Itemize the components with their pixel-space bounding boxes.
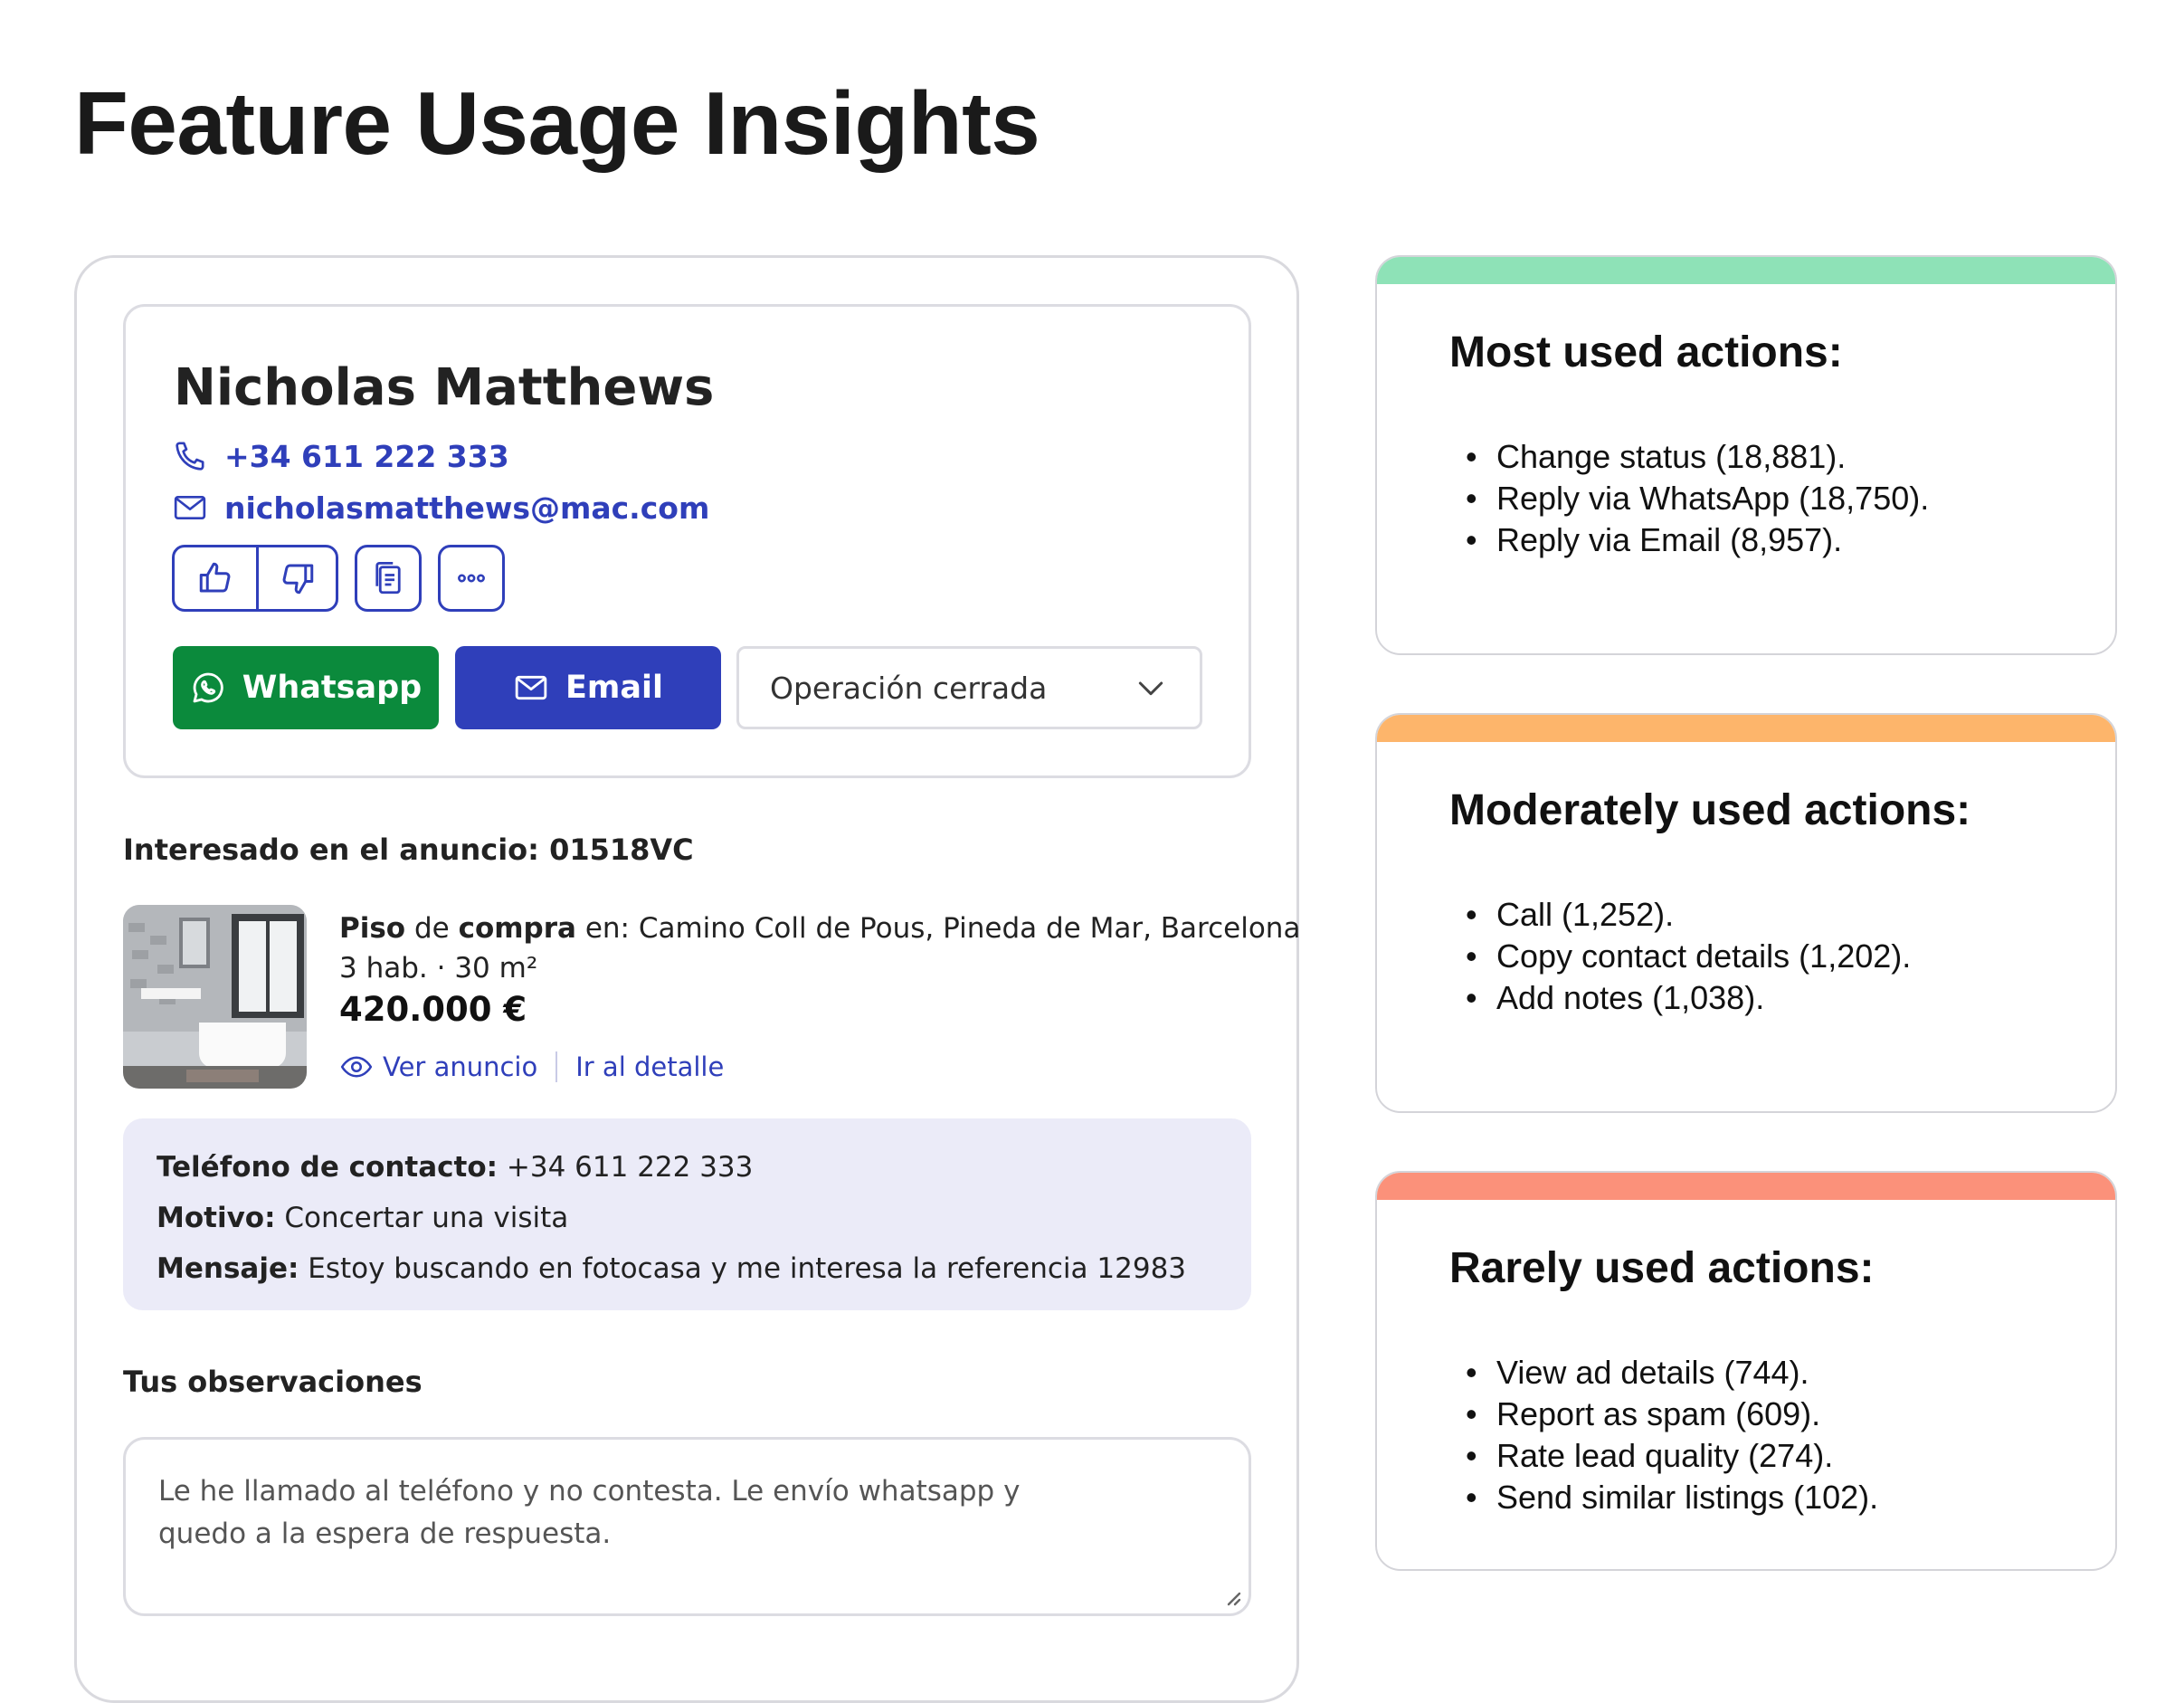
- listing-title: Piso de compra en: Camino Coll de Pous, …: [339, 912, 1300, 945]
- whatsapp-button[interactable]: Whatsapp: [173, 646, 439, 729]
- insight-list: View ad details (744). Report as spam (6…: [1449, 1352, 1878, 1518]
- list-item: Report as spam (609).: [1449, 1394, 1878, 1435]
- insight-list: Change status (18,881). Reply via WhatsA…: [1449, 436, 1929, 561]
- insight-heading: Moderately used actions:: [1449, 786, 1971, 834]
- list-item: View ad details (744).: [1449, 1352, 1878, 1394]
- list-item: Add notes (1,038).: [1449, 977, 1911, 1019]
- listing-details: 3 hab. · 30 m²: [339, 952, 538, 985]
- listing-de: de: [413, 912, 450, 945]
- notes-line-1: Le he llamado al teléfono y no contesta.…: [158, 1475, 1021, 1508]
- listing-location: en: Camino Coll de Pous, Pineda de Mar, …: [584, 912, 1301, 945]
- insight-heading: Most used actions:: [1449, 328, 1843, 376]
- thumbs-down-button[interactable]: [259, 547, 336, 609]
- phone-icon: [176, 442, 204, 471]
- more-options-button[interactable]: [438, 545, 505, 612]
- list-item: Reply via WhatsApp (18,750).: [1449, 478, 1929, 519]
- go-to-detail-link[interactable]: Ir al detalle: [575, 1051, 724, 1082]
- mail-icon: [515, 675, 547, 700]
- info-phone-value: +34 611 222 333: [506, 1151, 754, 1184]
- info-message-value: Estoy buscando en fotocasa y me interesa…: [308, 1252, 1187, 1285]
- insight-color-bar: [1377, 257, 2115, 284]
- mail-icon: [174, 496, 206, 519]
- more-dots-icon: [458, 574, 485, 583]
- page-title: Feature Usage Insights: [74, 73, 1040, 173]
- insight-color-bar: [1377, 1173, 2115, 1200]
- listing-price: 420.000 €: [339, 990, 527, 1029]
- notes-line-2: quedo a la espera de respuesta.: [158, 1517, 612, 1550]
- resize-handle-icon[interactable]: [1221, 1586, 1241, 1606]
- copy-icon: [375, 561, 401, 595]
- info-reason-value: Concertar una visita: [284, 1202, 569, 1234]
- whatsapp-label: Whatsapp: [242, 670, 423, 706]
- insight-color-bar: [1377, 715, 2115, 742]
- whatsapp-icon: [193, 672, 223, 703]
- thumbs-up-icon: [199, 562, 231, 593]
- info-message: Mensaje: Estoy buscando en fotocasa y me…: [157, 1252, 1186, 1285]
- email-button-label: Email: [565, 670, 663, 706]
- listing-thumbnail[interactable]: [123, 905, 307, 1089]
- list-item: Reply via Email (8,957).: [1449, 519, 1929, 561]
- info-phone: Teléfono de contacto: +34 611 222 333: [157, 1151, 753, 1184]
- list-item: Change status (18,881).: [1449, 436, 1929, 478]
- listing-operation: compra: [458, 912, 576, 945]
- chevron-down-icon: [1138, 681, 1163, 696]
- list-item: Call (1,252).: [1449, 894, 1911, 936]
- info-reason-label: Motivo:: [157, 1202, 276, 1234]
- thumbs-down-icon: [282, 564, 313, 595]
- copy-button[interactable]: [355, 545, 422, 612]
- email-link[interactable]: nicholasmatthews@mac.com: [172, 490, 709, 526]
- ad-interest-label: Interesado en el anuncio: 01518VC: [123, 832, 694, 867]
- eye-icon: [340, 1056, 373, 1078]
- listing-type: Piso: [339, 912, 406, 945]
- status-value: Operación cerrada: [770, 670, 1048, 706]
- info-reason: Motivo: Concertar una visita: [157, 1202, 568, 1234]
- list-item: Copy contact details (1,202).: [1449, 936, 1911, 977]
- view-ad-link[interactable]: Ver anuncio: [383, 1051, 537, 1082]
- list-item: Send similar listings (102).: [1449, 1477, 1878, 1518]
- phone-link[interactable]: +34 611 222 333: [172, 438, 509, 474]
- info-message-label: Mensaje:: [157, 1252, 299, 1285]
- link-divider: [555, 1051, 558, 1082]
- list-item: Rate lead quality (274).: [1449, 1435, 1878, 1477]
- insight-card-moderately-used: Moderately used actions: Call (1,252). C…: [1375, 713, 2117, 1113]
- bathroom-photo-icon: [123, 905, 307, 1089]
- info-phone-label: Teléfono de contacto:: [157, 1151, 499, 1184]
- thumbs-up-button[interactable]: [175, 547, 259, 609]
- notes-label: Tus observaciones: [123, 1365, 423, 1399]
- insight-heading: Rarely used actions:: [1449, 1244, 1875, 1292]
- listing-links: Ver anuncio Ir al detalle: [339, 1050, 724, 1084]
- email-text: nicholasmatthews@mac.com: [224, 490, 710, 526]
- status-select[interactable]: Operación cerrada: [736, 646, 1202, 729]
- phone-text: +34 611 222 333: [224, 438, 509, 474]
- notes-textarea[interactable]: Le he llamado al teléfono y no contesta.…: [123, 1437, 1251, 1616]
- insight-card-rarely-used: Rarely used actions: View ad details (74…: [1375, 1171, 2117, 1571]
- insight-list: Call (1,252). Copy contact details (1,20…: [1449, 894, 1911, 1019]
- contact-name: Nicholas Matthews: [174, 358, 715, 417]
- rating-buttons: [172, 545, 338, 612]
- email-button[interactable]: Email: [455, 646, 721, 729]
- insight-card-most-used: Most used actions: Change status (18,881…: [1375, 255, 2117, 655]
